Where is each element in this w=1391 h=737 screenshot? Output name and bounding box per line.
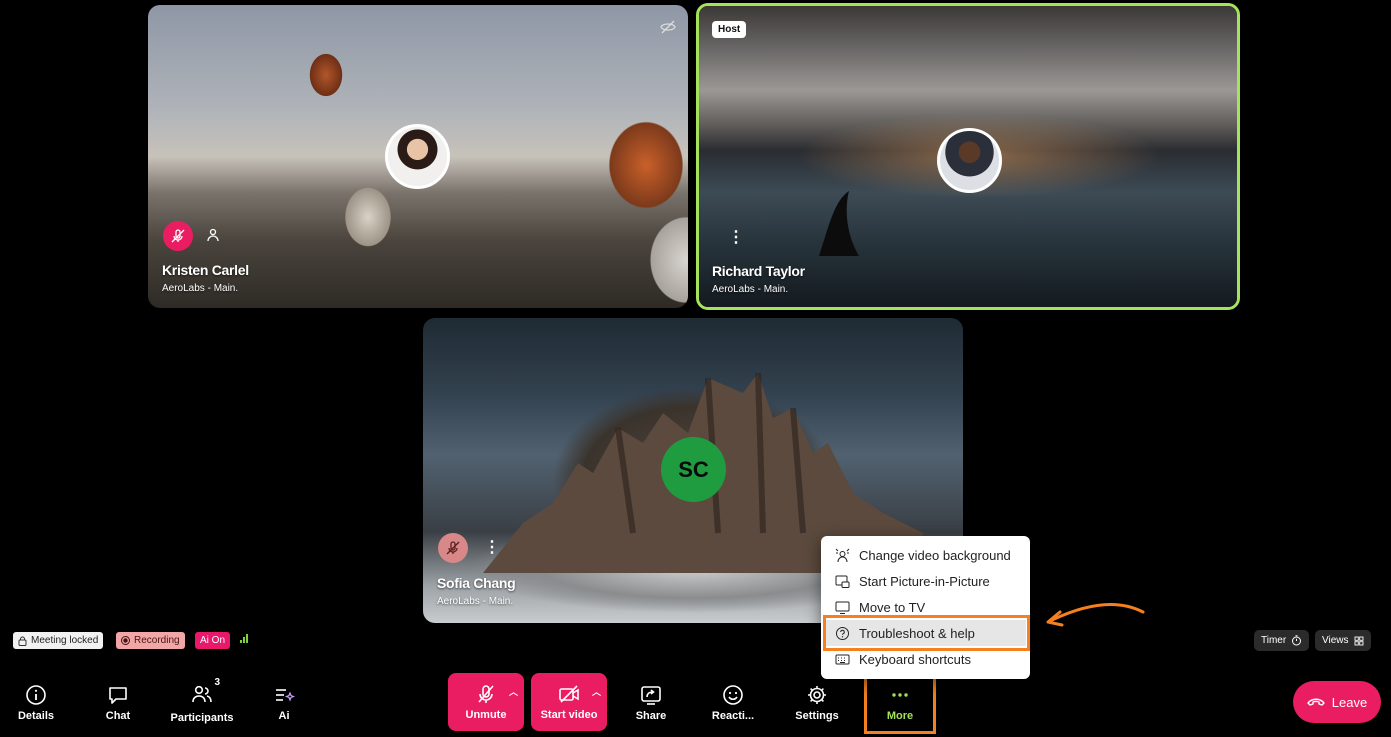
record-icon [121, 636, 130, 645]
menu-item-label: Start Picture-in-Picture [859, 573, 990, 589]
views-label: Views [1322, 635, 1349, 646]
details-button[interactable]: Details [4, 673, 68, 733]
ai-sparkle-icon [276, 689, 295, 702]
participant-name: Richard Taylor [712, 263, 805, 279]
menu-item-change-background[interactable]: Change video background [821, 542, 1030, 568]
avatar-sofia: SC [661, 437, 726, 502]
chevron-up-icon[interactable]: ︿ [592, 685, 601, 698]
pip-icon [835, 575, 850, 588]
more-menu: Change video background Start Picture-in… [821, 536, 1030, 679]
hidden-eye-icon[interactable] [660, 19, 676, 35]
views-button[interactable]: Views [1315, 630, 1371, 651]
more-button-highlight [864, 674, 936, 734]
person-icon[interactable] [206, 228, 220, 242]
mic-off-icon [478, 685, 494, 703]
chat-icon [109, 687, 127, 704]
video-off-icon [559, 685, 579, 703]
ai-button[interactable]: Ai [252, 673, 316, 733]
reactions-label: Reacti... [711, 710, 755, 722]
timer-label: Timer [1261, 635, 1287, 646]
keyboard-icon [835, 654, 850, 664]
unmute-button[interactable]: Unmute ︿ [448, 673, 524, 731]
lock-icon [18, 636, 27, 646]
participant-name: Sofia Chang [437, 575, 516, 591]
reactions-button[interactable]: Reacti... [701, 673, 765, 733]
chevron-up-icon[interactable]: ︿ [509, 685, 518, 698]
avatar-richard [937, 128, 1002, 193]
menu-item-label: Change video background [859, 547, 1011, 563]
menu-item-pip[interactable]: Start Picture-in-Picture [821, 568, 1030, 594]
more-options-icon[interactable]: ⋮ [484, 540, 500, 556]
troubleshoot-highlight [823, 615, 1030, 651]
background-icon [835, 548, 850, 562]
gear-icon [808, 686, 826, 704]
tv-icon [835, 601, 850, 614]
mic-muted-icon [163, 221, 193, 251]
host-badge: Host [712, 21, 747, 38]
participant-org: AeroLabs - Main. [437, 596, 514, 607]
participant-org: AeroLabs - Main. [712, 284, 789, 295]
start-video-label: Start video [540, 709, 598, 721]
grid-icon [1354, 636, 1363, 645]
details-label: Details [17, 710, 55, 722]
share-button[interactable]: Share [619, 673, 683, 733]
ai-label: Ai [278, 710, 290, 722]
settings-label: Settings [795, 710, 839, 722]
menu-item-label: Keyboard shortcuts [859, 651, 972, 667]
chat-button[interactable]: Chat [86, 673, 150, 733]
info-icon [26, 685, 46, 705]
participants-icon [192, 685, 212, 702]
hang-up-icon [1307, 698, 1325, 706]
avatar-kristen [385, 124, 450, 189]
video-tile-kristen[interactable]: Kristen Carlel AeroLabs - Main. [148, 5, 688, 308]
stopwatch-icon [1292, 635, 1302, 646]
recording-badge: Recording [116, 632, 185, 649]
orca-fin [819, 191, 859, 256]
participant-name: Kristen Carlel [162, 262, 249, 278]
share-label: Share [635, 710, 667, 722]
participants-button[interactable]: 3 Participants [169, 673, 235, 733]
participant-org: AeroLabs - Main. [162, 283, 239, 294]
leave-label: Leave [1331, 694, 1368, 710]
mic-muted-icon [438, 533, 468, 563]
chat-label: Chat [105, 710, 131, 722]
menu-item-label: Move to TV [859, 599, 926, 615]
meeting-locked-label: Meeting locked [31, 635, 99, 646]
start-video-button[interactable]: Start video ︿ [531, 673, 607, 731]
video-tile-richard[interactable]: Host ⋮ Richard Taylor AeroLabs - Main. [696, 3, 1240, 310]
meeting-locked-badge: Meeting locked [13, 632, 104, 649]
participants-label: Participants [170, 711, 234, 724]
smiley-icon [723, 685, 743, 705]
share-screen-icon [641, 686, 661, 705]
timer-button[interactable]: Timer [1254, 630, 1310, 651]
unmute-label: Unmute [465, 709, 507, 721]
participants-count-badge: 3 [214, 676, 220, 688]
signal-strength-icon [240, 634, 248, 643]
more-options-icon[interactable]: ⋮ [728, 230, 744, 246]
recording-label: Recording [134, 635, 180, 646]
ai-on-label: Ai On [200, 635, 226, 646]
ai-on-badge: Ai On [195, 632, 231, 649]
leave-button[interactable]: Leave [1293, 681, 1381, 723]
settings-button[interactable]: Settings [785, 673, 849, 733]
annotation-arrow [1046, 602, 1145, 627]
